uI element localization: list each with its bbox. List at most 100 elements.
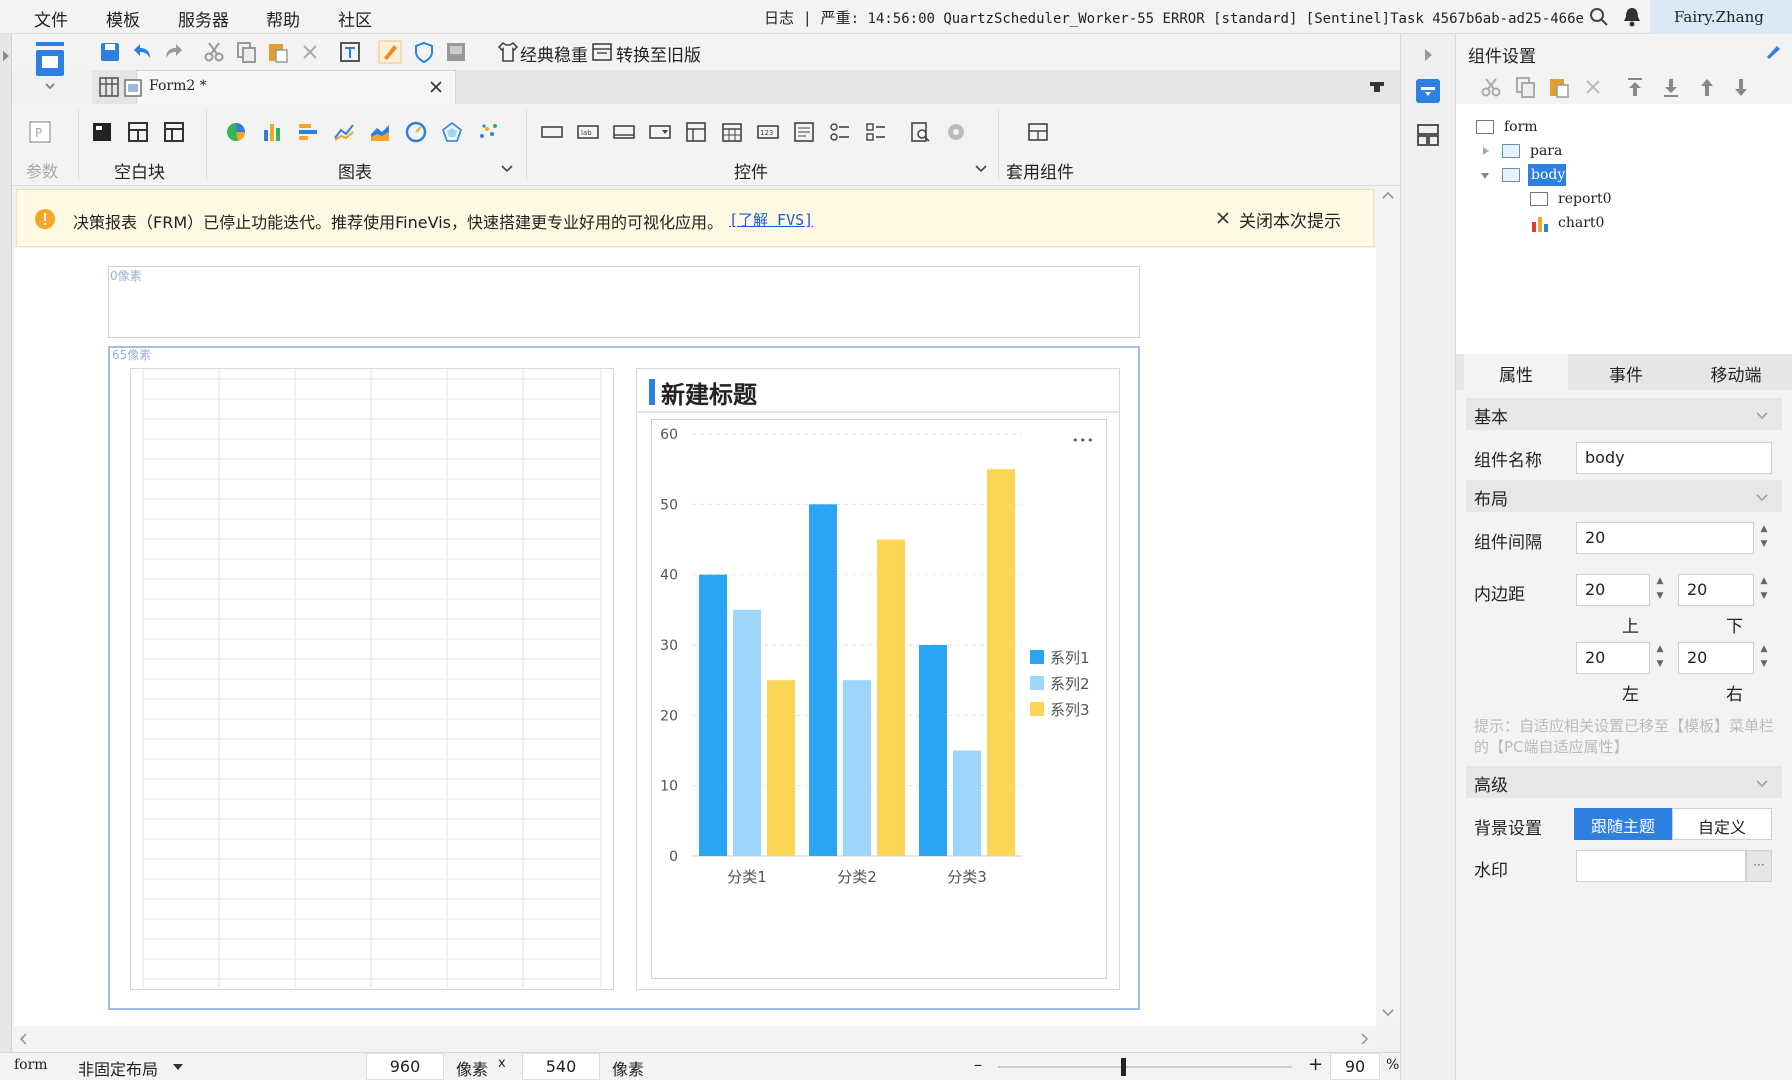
line-chart-icon[interactable] [332, 120, 356, 144]
menu-template[interactable]: 模板 [106, 6, 140, 31]
move-bottom-icon[interactable] [1660, 76, 1682, 98]
padding-bottom-input[interactable]: 20 [1678, 574, 1754, 606]
log-bar[interactable]: 日志 | 严重: 14:56:00 QuartzScheduler_Worker… [764, 7, 1584, 28]
height-input[interactable]: 540 [522, 1053, 600, 1080]
tab-block-icon[interactable] [126, 120, 150, 144]
dropdown-widget-icon[interactable] [648, 120, 672, 144]
width-input[interactable]: 960 [366, 1053, 444, 1080]
paste-icon[interactable] [266, 40, 290, 64]
radio-group-icon[interactable] [828, 120, 852, 144]
package-widget-icon[interactable] [1026, 120, 1050, 144]
tab-events[interactable]: 事件 [1574, 354, 1678, 390]
chart0-widget[interactable]: 新建标题 ••• 0 10 20 30 40 50 60 分类1 分类2 分类3 系列1 系列2 系列3 [636, 368, 1120, 990]
tree-node-chart0[interactable]: chart0 [1558, 215, 1604, 231]
chart-group-dropdown-icon[interactable] [500, 164, 514, 174]
layout-mode-dropdown-icon[interactable] [172, 1063, 184, 1071]
redo-icon[interactable] [162, 40, 186, 64]
para-area[interactable]: 0像素 [108, 266, 1140, 338]
legend-label[interactable]: 系列2 [1050, 675, 1090, 693]
close-notice-label[interactable]: 关闭本次提示 [1239, 207, 1341, 232]
menu-help[interactable]: 帮助 [266, 6, 300, 31]
collapse-body-icon[interactable] [1480, 172, 1490, 180]
bg-custom-button[interactable]: 自定义 [1672, 808, 1772, 840]
section-advanced-arrow-icon[interactable] [1756, 780, 1768, 788]
tree-widget-icon[interactable] [684, 120, 708, 144]
bar-系列3-分类2[interactable] [877, 539, 905, 857]
zoom-slider-handle[interactable] [1121, 1058, 1126, 1076]
padding-right-spinner[interactable]: ▲ ▼ [1756, 642, 1772, 674]
tab-mobile[interactable]: 移动端 [1684, 354, 1788, 390]
convert-icon[interactable] [590, 40, 614, 64]
tree-node-form[interactable]: form [1504, 119, 1538, 135]
tree-node-report0[interactable]: report0 [1558, 191, 1612, 207]
radar-chart-icon[interactable] [440, 120, 464, 144]
user-name[interactable]: Fairy.Zhang [1650, 0, 1792, 34]
report0-widget[interactable] [130, 368, 614, 990]
zoom-in-button[interactable]: + [1308, 1054, 1323, 1075]
bar-系列1-分类1[interactable] [699, 574, 727, 856]
zoom-out-button[interactable]: – [974, 1055, 982, 1074]
panel-paste-icon[interactable] [1548, 76, 1570, 98]
cut-icon[interactable] [202, 40, 226, 64]
gap-spinner[interactable]: ▲ ▼ [1756, 522, 1772, 554]
text-widget-icon[interactable]: lab [576, 120, 600, 144]
layout-block-icon[interactable] [162, 120, 186, 144]
layout-mode-select[interactable]: 非固定布局 [78, 1056, 158, 1080]
date-widget-icon[interactable] [720, 120, 744, 144]
zoom-slider-track[interactable] [998, 1066, 1292, 1068]
close-tab-icon[interactable] [429, 80, 443, 94]
vertical-scrollbar[interactable] [1376, 186, 1400, 1026]
tab-form2[interactable]: Form2 * [124, 70, 456, 104]
tree-node-para[interactable]: para [1530, 143, 1562, 159]
bg-follow-theme-button[interactable]: 跟随主题 [1574, 808, 1672, 840]
hbar-chart-icon[interactable] [296, 120, 320, 144]
move-top-icon[interactable] [1624, 76, 1646, 98]
template-icon[interactable] [444, 40, 468, 64]
scroll-up-icon[interactable] [1382, 190, 1394, 200]
pen-icon[interactable] [378, 40, 402, 64]
shirt-icon[interactable] [496, 40, 520, 64]
horizontal-scrollbar[interactable] [14, 1026, 1376, 1052]
bar-系列3-分类1[interactable] [767, 680, 795, 856]
query-widget-icon[interactable] [908, 120, 932, 144]
bell-icon[interactable] [1622, 6, 1642, 28]
edit-icon[interactable] [1764, 42, 1782, 60]
left-collapse-rail[interactable] [0, 34, 12, 1080]
legend-label[interactable]: 系列1 [1050, 649, 1090, 667]
section-basic-arrow-icon[interactable] [1756, 412, 1768, 420]
scatter-chart-icon[interactable] [476, 120, 500, 144]
bar-系列1-分类2[interactable] [809, 504, 837, 856]
design-canvas[interactable]: 0像素 65像素 新建标题 ••• 0 10 20 30 40 50 60 分类1 分类2 分类3… [14, 248, 1376, 1026]
section-layout-arrow-icon[interactable] [1756, 494, 1768, 502]
expand-para-icon[interactable] [1482, 146, 1490, 156]
bar-系列2-分类2[interactable] [843, 680, 871, 856]
move-down-icon[interactable] [1730, 76, 1752, 98]
collapse-panel-icon[interactable] [1423, 48, 1435, 62]
body-area[interactable]: 65像素 新建标题 ••• 0 10 20 30 40 50 60 分类1 分类2 分类3 系列1 系… [108, 346, 1140, 1010]
scroll-down-icon[interactable] [1382, 1008, 1394, 1018]
textarea-widget-icon[interactable] [792, 120, 816, 144]
number-widget-icon[interactable]: 123 [756, 120, 780, 144]
search-icon[interactable] [1589, 7, 1609, 27]
padding-top-input[interactable]: 20 [1576, 574, 1650, 606]
legend-swatch[interactable] [1030, 676, 1044, 690]
undo-icon[interactable] [130, 40, 154, 64]
padding-left-input[interactable]: 20 [1576, 642, 1650, 674]
button-widget-icon[interactable] [612, 120, 636, 144]
gap-input[interactable]: 20 [1576, 522, 1754, 554]
panel-delete-icon[interactable] [1582, 76, 1604, 98]
zoom-input[interactable]: 90 [1330, 1053, 1380, 1080]
section-basic[interactable]: 基本 [1466, 398, 1782, 430]
layout-settings-icon[interactable] [1415, 122, 1441, 148]
gauge-chart-icon[interactable] [404, 120, 428, 144]
param-icon[interactable]: P [28, 120, 52, 144]
panel-copy-icon[interactable] [1514, 76, 1536, 98]
scroll-left-icon[interactable] [18, 1033, 28, 1045]
bar-系列2-分类3[interactable] [953, 750, 981, 857]
delete-icon[interactable] [298, 40, 322, 64]
component-settings-icon[interactable] [1415, 78, 1441, 104]
widget-group-dropdown-icon[interactable] [974, 164, 988, 174]
section-advanced[interactable]: 高级 [1466, 766, 1782, 798]
section-layout[interactable]: 布局 [1466, 480, 1782, 512]
settings-widget-icon[interactable] [944, 120, 968, 144]
